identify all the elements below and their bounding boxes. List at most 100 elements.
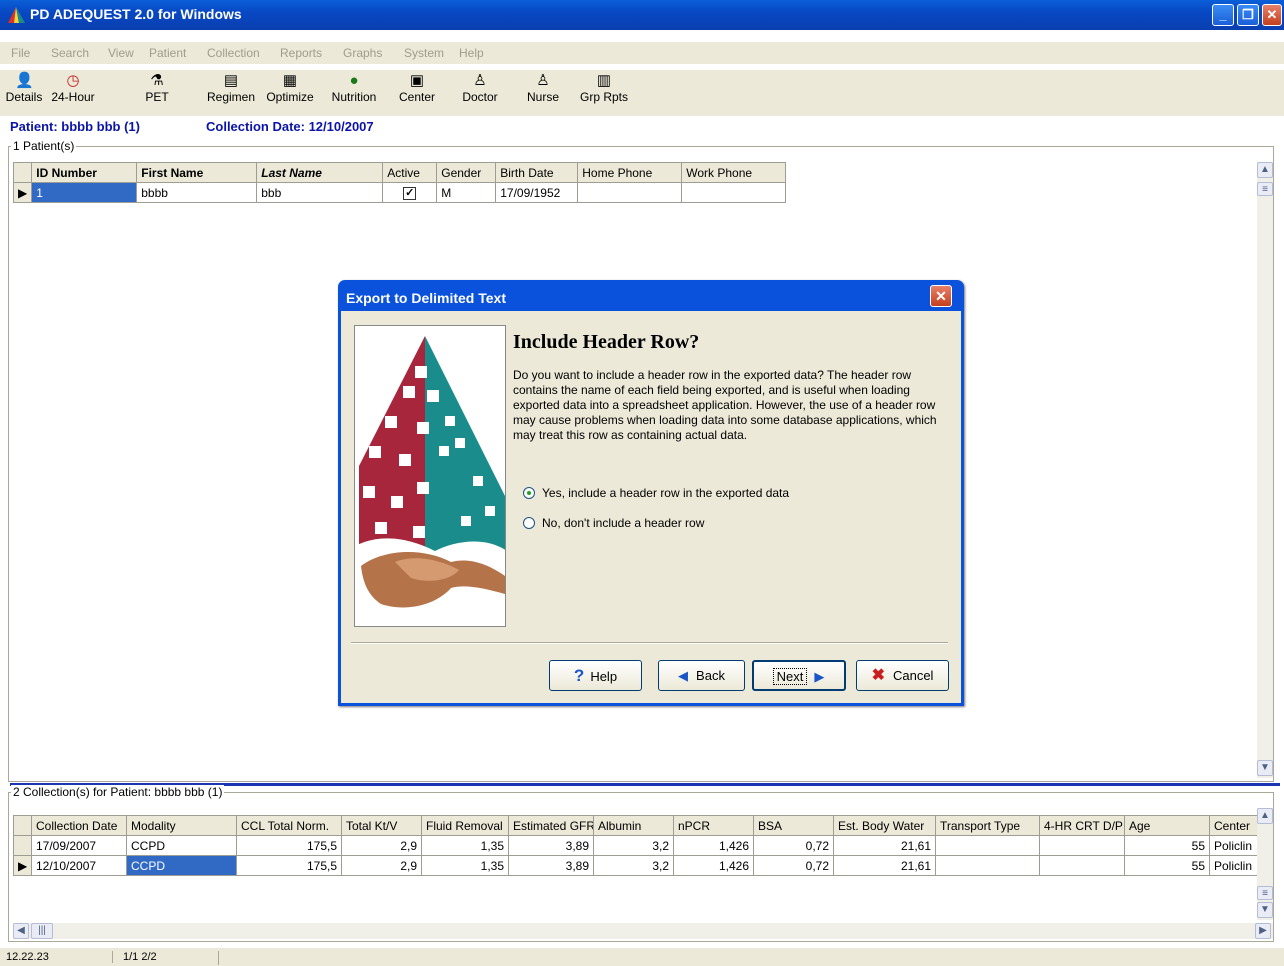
cell[interactable]: 1,426 xyxy=(673,835,754,856)
cell[interactable]: 175,5 xyxy=(236,855,342,876)
cell[interactable]: 1,35 xyxy=(421,835,509,856)
table-row[interactable]: ▶ 12/10/2007 CCPD 175,5 2,9 1,35 3,89 3,… xyxy=(13,855,1258,876)
menu-reports[interactable]: Reports xyxy=(280,46,322,60)
scroll-left-icon[interactable]: ◀ xyxy=(13,923,29,939)
toolbar-nurse-button[interactable]: ♙ Nurse xyxy=(520,72,566,104)
toolbar-doctor-button[interactable]: ♙ Doctor xyxy=(456,72,504,104)
menu-search[interactable]: Search xyxy=(51,46,89,60)
cell[interactable]: 55 xyxy=(1124,855,1210,876)
cell[interactable]: 0,72 xyxy=(753,855,834,876)
active-checkbox[interactable]: ✓ xyxy=(382,182,438,203)
hscroll-thumb[interactable]: ||| xyxy=(31,923,53,939)
patients-vscroll[interactable]: ▲ ≡ ▼ xyxy=(1257,162,1273,778)
menu-patient[interactable]: Patient xyxy=(149,46,186,60)
col-header[interactable]: Active xyxy=(382,162,438,183)
radio-selected-icon[interactable] xyxy=(523,487,535,499)
toolbar-24hour-button[interactable]: ◷ 24-Hour xyxy=(46,72,100,104)
toolbar-nutrition-button[interactable]: ● Nutrition xyxy=(326,72,382,104)
col-header[interactable]: nPCR xyxy=(673,815,754,836)
cell-gender[interactable]: M xyxy=(436,182,497,203)
toolbar-pet-button[interactable]: ⚗ PET xyxy=(140,72,174,104)
cell[interactable]: 2,9 xyxy=(341,835,422,856)
scroll-up-icon[interactable]: ▲ xyxy=(1257,162,1273,178)
cell[interactable] xyxy=(1039,835,1125,856)
col-header[interactable]: Total Kt/V xyxy=(341,815,422,836)
col-header[interactable]: Age xyxy=(1124,815,1210,836)
cell-birth-date[interactable]: 17/09/1952 xyxy=(495,182,579,203)
cell[interactable]: 17/09/2007 xyxy=(31,835,127,856)
col-header[interactable]: Transport Type xyxy=(935,815,1040,836)
col-header[interactable]: Center xyxy=(1209,815,1258,836)
cell[interactable]: 12/10/2007 xyxy=(31,855,127,876)
col-header[interactable]: Birth Date xyxy=(495,162,579,183)
col-header[interactable]: Est. Body Water xyxy=(833,815,936,836)
scroll-down-icon[interactable]: ▼ xyxy=(1257,902,1273,918)
col-header[interactable]: ID Number xyxy=(31,162,138,183)
back-button[interactable]: ◀ Back xyxy=(658,660,745,691)
col-header[interactable]: Work Phone xyxy=(681,162,787,183)
next-button[interactable]: Next ▶ xyxy=(752,660,846,691)
cell[interactable]: Policlin xyxy=(1209,855,1258,876)
dialog-close-button[interactable]: ✕ xyxy=(930,285,952,307)
col-header[interactable]: Collection Date xyxy=(31,815,127,836)
cell[interactable]: Policlin xyxy=(1209,835,1258,856)
scroll-thumb[interactable]: ≡ xyxy=(1257,886,1273,900)
cell[interactable]: CCPD xyxy=(126,835,237,856)
menu-file[interactable]: File xyxy=(11,46,30,60)
collections-vscroll[interactable]: ▲ ≡ ▼ xyxy=(1257,808,1273,920)
cell[interactable]: 1,426 xyxy=(673,855,754,876)
menu-graphs[interactable]: Graphs xyxy=(343,46,382,60)
toolbar-details-button[interactable]: 👤 Details xyxy=(4,72,44,104)
toolbar-center-button[interactable]: ▣ Center xyxy=(392,72,442,104)
col-header[interactable]: CCL Total Norm. xyxy=(236,815,342,836)
cell-work-phone[interactable] xyxy=(681,182,787,203)
col-header[interactable]: First Name xyxy=(136,162,258,183)
menu-collection[interactable]: Collection xyxy=(207,46,260,60)
radio-include-header-no[interactable]: No, don't include a header row xyxy=(523,516,704,530)
menu-help[interactable]: Help xyxy=(459,46,484,60)
scroll-thumb[interactable]: ≡ xyxy=(1257,182,1273,196)
restore-button[interactable]: ❐ xyxy=(1237,4,1259,26)
cell[interactable]: 21,61 xyxy=(833,835,936,856)
col-header[interactable]: Modality xyxy=(126,815,237,836)
cell[interactable]: 3,89 xyxy=(508,835,594,856)
table-row[interactable]: 17/09/2007 CCPD 175,5 2,9 1,35 3,89 3,2 … xyxy=(13,835,1258,856)
cancel-button[interactable]: ✖ Cancel xyxy=(856,660,949,691)
cell-home-phone[interactable] xyxy=(577,182,683,203)
cell[interactable] xyxy=(1039,855,1125,876)
cell[interactable] xyxy=(935,835,1040,856)
toolbar-grprpts-button[interactable]: ▥ Grp Rpts xyxy=(574,72,634,104)
cell[interactable]: 55 xyxy=(1124,835,1210,856)
col-header[interactable]: Gender xyxy=(436,162,497,183)
col-header[interactable]: Estimated GFR xyxy=(508,815,594,836)
cell[interactable]: 1,35 xyxy=(421,855,509,876)
close-button[interactable]: ✕ xyxy=(1262,4,1282,26)
col-header[interactable]: Last Name xyxy=(256,162,384,183)
cell[interactable] xyxy=(935,855,1040,876)
col-header[interactable]: BSA xyxy=(753,815,834,836)
cell-id[interactable]: 1 xyxy=(31,182,138,203)
menu-view[interactable]: View xyxy=(108,46,134,60)
menu-system[interactable]: System xyxy=(404,46,444,60)
cell[interactable]: 2,9 xyxy=(341,855,422,876)
table-row[interactable]: ▶ 1 bbbb bbb ✓ M 17/09/1952 xyxy=(12,182,787,203)
collections-hscroll[interactable]: ◀ ||| ▶ xyxy=(13,923,1273,939)
toolbar-optimize-button[interactable]: ▦ Optimize xyxy=(262,72,318,104)
cell-last-name[interactable]: bbb xyxy=(256,182,384,203)
cell-first-name[interactable]: bbbb xyxy=(136,182,258,203)
radio-unselected-icon[interactable] xyxy=(523,517,535,529)
col-header[interactable]: 4-HR CRT D/P xyxy=(1039,815,1125,836)
toolbar-regimen-button[interactable]: ▤ Regimen xyxy=(200,72,262,104)
cell[interactable]: 3,2 xyxy=(593,835,674,856)
minimize-button[interactable]: _ xyxy=(1212,4,1234,26)
scroll-right-icon[interactable]: ▶ xyxy=(1255,923,1271,939)
radio-include-header-yes[interactable]: Yes, include a header row in the exporte… xyxy=(523,486,789,500)
col-header[interactable]: Fluid Removal xyxy=(421,815,509,836)
cell[interactable]: 0,72 xyxy=(753,835,834,856)
cell[interactable]: 3,2 xyxy=(593,855,674,876)
cell[interactable]: 175,5 xyxy=(236,835,342,856)
scroll-down-icon[interactable]: ▼ xyxy=(1257,760,1273,776)
cell[interactable]: 3,89 xyxy=(508,855,594,876)
scroll-up-icon[interactable]: ▲ xyxy=(1257,808,1273,824)
help-button[interactable]: ? Help xyxy=(549,660,642,691)
